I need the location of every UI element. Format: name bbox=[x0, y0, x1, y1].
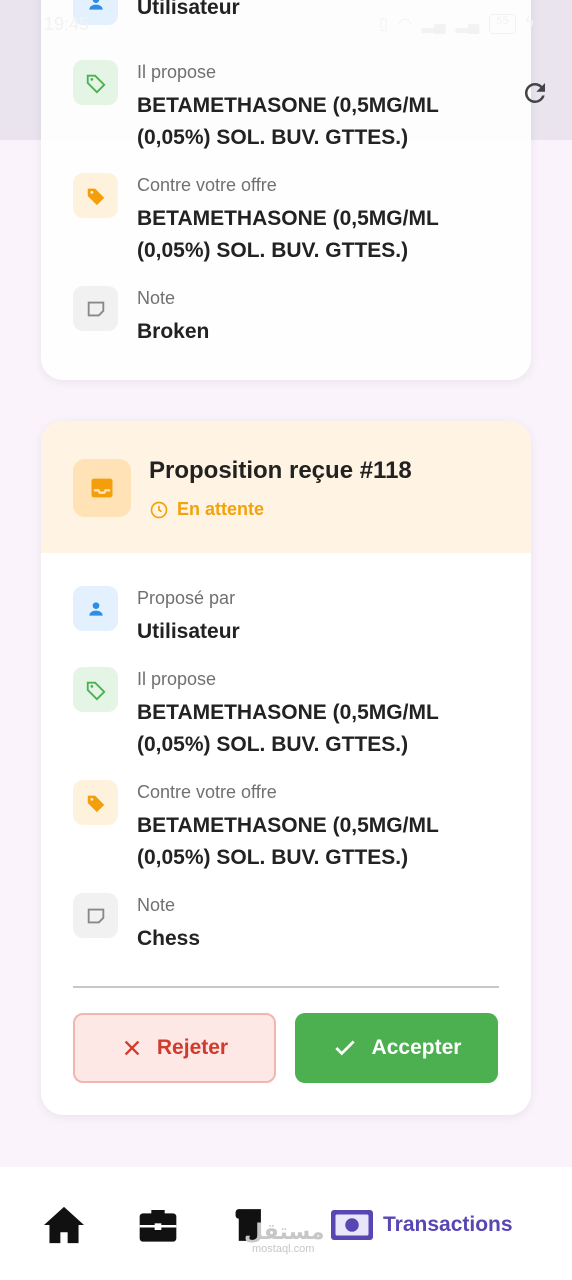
offer-value: BETAMETHASONE (0,5MG/ML (0,05%) SOL. BUV… bbox=[137, 701, 439, 756]
charging-icon: ϟ bbox=[525, 14, 534, 31]
refresh-button[interactable] bbox=[520, 78, 550, 108]
tag-icon bbox=[73, 667, 118, 712]
tag-filled-icon bbox=[73, 780, 118, 825]
nav-home[interactable] bbox=[42, 1204, 86, 1246]
accept-label: Accepter bbox=[371, 1036, 462, 1059]
note-label: Note bbox=[137, 288, 176, 308]
clock-icon bbox=[150, 501, 168, 518]
check-icon bbox=[334, 1040, 355, 1056]
offer-label: Il propose bbox=[137, 669, 217, 689]
note-icon bbox=[73, 286, 118, 331]
proposer-label: Proposé par bbox=[137, 588, 236, 608]
money-icon bbox=[331, 1210, 373, 1240]
close-icon bbox=[124, 1040, 140, 1056]
reject-button[interactable]: Rejeter bbox=[73, 1013, 276, 1083]
refresh-icon bbox=[524, 82, 545, 103]
nav-transactions[interactable]: Transactions bbox=[331, 1204, 513, 1246]
card-title: Proposition reçue #118 bbox=[149, 457, 412, 484]
signal-icon: ▂▄ bbox=[422, 16, 446, 33]
note-label: Note bbox=[137, 895, 176, 915]
counter-offer-value: BETAMETHASONE (0,5MG/ML (0,05%) SOL. BUV… bbox=[137, 814, 439, 869]
home-icon bbox=[44, 1206, 84, 1244]
person-icon bbox=[73, 586, 118, 631]
tag-icon bbox=[73, 60, 118, 105]
signal-icon-2: ▂▄ bbox=[455, 16, 480, 33]
battery-icon: 55 bbox=[489, 14, 516, 34]
watermark-url: mostaql.com bbox=[252, 1243, 315, 1255]
briefcase-icon bbox=[139, 1210, 177, 1242]
status-badge: En attente bbox=[149, 499, 264, 520]
counter-offer-value: BETAMETHASONE (0,5MG/ML (0,05%) SOL. BUV… bbox=[137, 207, 439, 262]
inbox-icon bbox=[73, 459, 131, 517]
proposer-value: Utilisateur bbox=[137, 620, 240, 643]
card-header: Proposition reçue #118 En attente bbox=[41, 421, 531, 553]
accept-button[interactable]: Accepter bbox=[295, 1013, 498, 1083]
nav-briefcase[interactable] bbox=[138, 1204, 178, 1246]
status-text: En attente bbox=[177, 499, 265, 519]
proposal-card-previous: Utilisateur Il propose BETAMETHASONE (0,… bbox=[41, 0, 531, 380]
nav-transactions-label: Transactions bbox=[383, 1213, 513, 1236]
counter-offer-label: Contre votre offre bbox=[137, 175, 277, 195]
divider bbox=[73, 986, 499, 988]
note-value: Broken bbox=[137, 320, 210, 343]
proposal-card: Proposition reçue #118 En attente Propos… bbox=[41, 421, 531, 1115]
vibrate-icon: ▯ bbox=[379, 16, 389, 33]
offer-value: BETAMETHASONE (0,5MG/ML (0,05%) SOL. BUV… bbox=[137, 94, 439, 149]
tag-filled-icon bbox=[73, 173, 118, 218]
wifi-icon: ◠ bbox=[398, 16, 412, 33]
status-icons: ▯ ◠ ▂▄ ▂▄ 55 ϟ bbox=[379, 14, 534, 34]
bottom-nav: مستقل mostaql.com Transactions bbox=[0, 1167, 572, 1280]
status-time: 19:45 bbox=[44, 14, 90, 34]
note-value: Chess bbox=[137, 927, 201, 950]
watermark: مستقل bbox=[244, 1219, 325, 1244]
counter-offer-label: Contre votre offre bbox=[137, 782, 277, 802]
reject-label: Rejeter bbox=[156, 1036, 229, 1059]
note-icon bbox=[73, 893, 118, 938]
offer-label: Il propose bbox=[137, 62, 217, 82]
